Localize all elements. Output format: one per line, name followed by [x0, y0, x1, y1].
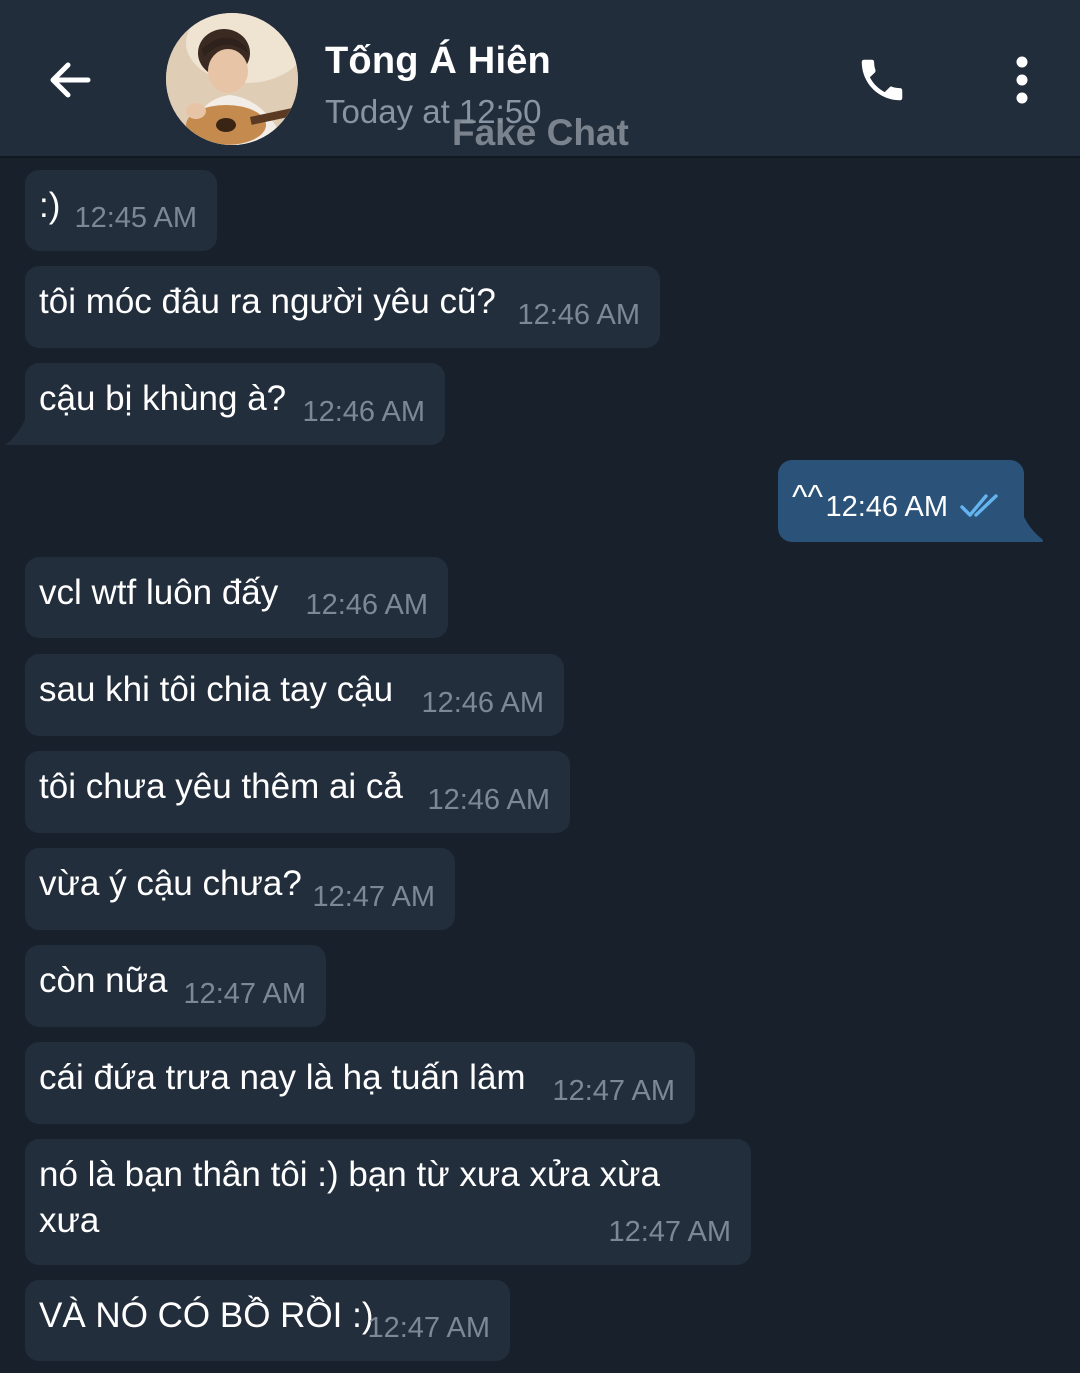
message-text: sau khi tôi chia tay cậu [39, 670, 394, 709]
message-time: 12:45 AM [74, 202, 197, 234]
message-text: tôi chưa yêu thêm ai cả [39, 767, 403, 806]
message-bubble-incoming[interactable]: vừa ý cậu chưa? 12:47 AM [25, 848, 455, 930]
arrow-left-icon [50, 62, 91, 98]
chat-screen: Tống Á Hiên Today at 12:50 Fake Chat :) … [0, 0, 1080, 1373]
contact-name[interactable]: Tống Á Hiên [325, 40, 551, 83]
bubble-tail-outgoing [1022, 512, 1043, 542]
message-text: tôi móc đâu ra người yêu cũ? [39, 282, 496, 321]
message-bubble-incoming[interactable]: :) 12:45 AM [25, 170, 217, 251]
message-text: cậu bị khùng à? [39, 379, 287, 418]
bubble-tail-incoming [5, 415, 27, 445]
message-time: 12:46 AM [302, 396, 425, 428]
message-text-line-1: nó là bạn thân tôi :) bạn từ xưa xửa xừa [39, 1155, 661, 1194]
message-bubble-incoming[interactable]: cậu bị khùng à? 12:46 AM [25, 363, 445, 445]
message-time: 12:46 AM [421, 687, 544, 719]
call-button[interactable] [850, 48, 914, 112]
message-time: 12:46 AM [427, 784, 550, 816]
message-text-line-2: xưa [39, 1201, 100, 1240]
more-options-button[interactable] [1000, 52, 1044, 108]
message-time: 12:47 AM [312, 881, 435, 913]
message-bubble-incoming[interactable]: VÀ NÓ CÓ BỒ RỒI :) 12:47 AM [25, 1280, 510, 1361]
message-time: 12:47 AM [367, 1312, 490, 1344]
message-text: VÀ NÓ CÓ BỒ RỒI :) [39, 1296, 374, 1335]
message-bubble-incoming[interactable]: tôi chưa yêu thêm ai cả 12:46 AM [25, 751, 570, 833]
message-time: 12:47 AM [552, 1075, 675, 1107]
phone-icon [861, 59, 903, 101]
message-bubble-incoming[interactable]: nó là bạn thân tôi :) bạn từ xưa xửa xừa… [25, 1139, 751, 1265]
message-text: còn nữa [39, 961, 168, 1000]
back-button[interactable] [38, 48, 102, 112]
message-bubble-incoming[interactable]: tôi móc đâu ra người yêu cũ? 12:46 AM [25, 266, 660, 348]
double-check-icon [960, 494, 998, 517]
message-time: 12:46 AM [517, 299, 640, 331]
message-bubble-incoming[interactable]: sau khi tôi chia tay cậu 12:46 AM [25, 654, 564, 736]
avatar[interactable] [166, 13, 298, 145]
message-time: 12:47 AM [183, 978, 306, 1010]
message-time: 12:46 AM [305, 589, 428, 621]
message-bubble-incoming[interactable]: vcl wtf luôn đấy 12:46 AM [25, 557, 448, 638]
message-text: vừa ý cậu chưa? [39, 864, 302, 903]
message-text: vcl wtf luôn đấy [39, 573, 279, 612]
message-time: 12:46 AM [825, 491, 948, 523]
avatar-photo [166, 13, 298, 145]
message-bubble-outgoing[interactable]: ^^ 12:46 AM [778, 460, 1024, 542]
message-text: cái đứa trưa nay là hạ tuấn lâm [39, 1058, 526, 1097]
chat-header: Tống Á Hiên Today at 12:50 Fake Chat [0, 0, 1080, 158]
message-bubble-incoming[interactable]: còn nữa 12:47 AM [25, 945, 326, 1027]
watermark: Fake Chat [452, 112, 629, 153]
more-vertical-icon [1016, 56, 1028, 104]
message-time: 12:47 AM [608, 1216, 731, 1248]
message-text: :) [39, 186, 61, 225]
message-bubble-incoming[interactable]: cái đứa trưa nay là hạ tuấn lâm 12:47 AM [25, 1042, 695, 1124]
message-text: ^^ [792, 478, 823, 515]
